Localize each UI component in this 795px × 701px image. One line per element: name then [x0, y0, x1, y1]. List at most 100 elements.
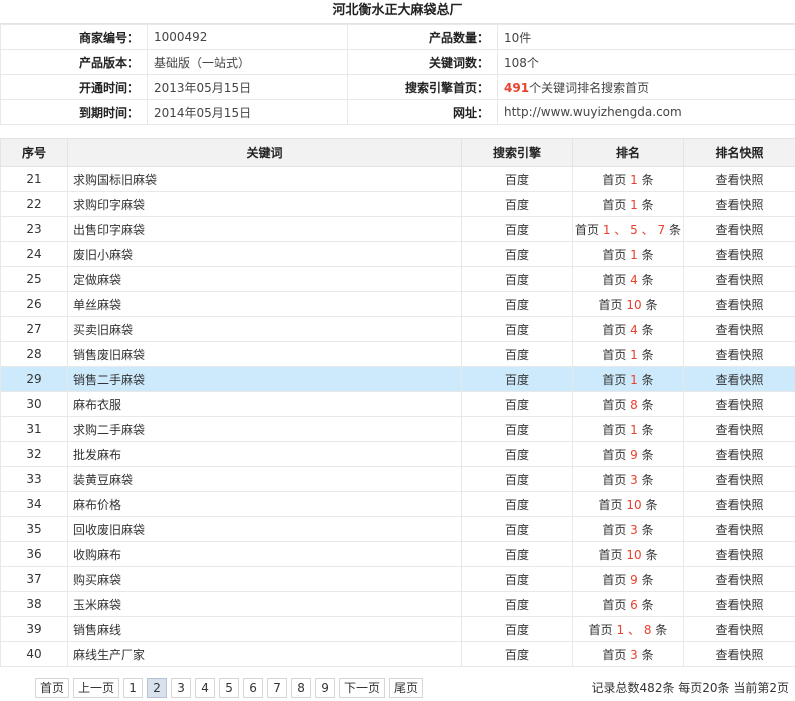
view-snapshot-link[interactable]: 查看快照: [683, 341, 795, 367]
table-row: 33 装黄豆麻袋 百度 首页 3 条查看快照: [0, 466, 795, 492]
view-snapshot-link[interactable]: 查看快照: [683, 266, 795, 292]
view-snapshot-link[interactable]: 查看快照: [683, 566, 795, 592]
row-rank: 首页 1 条: [572, 366, 684, 392]
first-page-button[interactable]: 首页: [35, 678, 70, 698]
row-keyword: 装黄豆麻袋: [67, 466, 462, 492]
page-number-button[interactable]: 2: [147, 678, 168, 698]
row-number: 24: [0, 241, 68, 267]
row-rank: 首页 10 条: [572, 491, 684, 517]
row-rank: 首页 4 条: [572, 316, 684, 342]
page-number-button[interactable]: 9: [315, 678, 336, 698]
row-engine: 百度: [461, 566, 573, 592]
product-version-label: 产品版本：: [0, 49, 148, 75]
view-snapshot-link[interactable]: 查看快照: [683, 441, 795, 467]
row-rank: 首页 10 条: [572, 541, 684, 567]
merchant-no-value: 1000492: [147, 24, 348, 50]
search-home-label: 搜索引擎首页：: [347, 74, 498, 100]
row-number: 38: [0, 591, 68, 617]
view-snapshot-link[interactable]: 查看快照: [683, 166, 795, 192]
rank-prefix: 首页: [602, 372, 627, 387]
rank-position: 1: [630, 197, 638, 212]
merchant-info-table: 商家编号： 1000492 产品数量： 10件 产品版本： 基础版（一站式） 关…: [0, 24, 795, 125]
row-rank: 首页 1 、 8 条: [572, 616, 684, 642]
row-number: 30: [0, 391, 68, 417]
rank-position: 1: [630, 172, 638, 187]
rank-prefix: 首页: [602, 197, 627, 212]
view-snapshot-link[interactable]: 查看快照: [683, 191, 795, 217]
row-keyword: 买卖旧麻袋: [67, 316, 462, 342]
open-date-label: 开通时间：: [0, 74, 148, 100]
col-header-snapshot: 排名快照: [683, 138, 795, 167]
row-engine: 百度: [461, 241, 573, 267]
row-keyword: 销售麻线: [67, 616, 462, 642]
view-snapshot-link[interactable]: 查看快照: [683, 216, 795, 242]
view-snapshot-link[interactable]: 查看快照: [683, 241, 795, 267]
rank-position: 9: [630, 447, 638, 462]
next-page-button[interactable]: 下一页: [339, 678, 386, 698]
row-keyword: 求购国标旧麻袋: [67, 166, 462, 192]
rank-position: 7: [657, 222, 666, 237]
view-snapshot-link[interactable]: 查看快照: [683, 416, 795, 442]
table-row: 35 回收废旧麻袋 百度 首页 3 条查看快照: [0, 516, 795, 542]
rank-prefix: 首页: [602, 397, 627, 412]
keyword-count-label: 关键词数：: [347, 49, 498, 75]
page-number-button[interactable]: 5: [219, 678, 240, 698]
view-snapshot-link[interactable]: 查看快照: [683, 491, 795, 517]
row-rank: 首页 4 条: [572, 266, 684, 292]
view-snapshot-link[interactable]: 查看快照: [683, 391, 795, 417]
last-page-button[interactable]: 尾页: [389, 678, 424, 698]
rank-separator: 、: [627, 622, 640, 637]
page-number-button[interactable]: 7: [267, 678, 288, 698]
page-number-button[interactable]: 1: [123, 678, 144, 698]
rank-prefix: 首页: [598, 297, 623, 312]
view-snapshot-link[interactable]: 查看快照: [683, 616, 795, 642]
row-rank: 首页 8 条: [572, 391, 684, 417]
view-snapshot-link[interactable]: 查看快照: [683, 591, 795, 617]
open-date-value: 2013年05月15日: [147, 74, 348, 100]
rank-suffix: 条: [655, 622, 668, 637]
table-row: 30 麻布衣服 百度 首页 8 条查看快照: [0, 391, 795, 417]
page-number-button[interactable]: 6: [243, 678, 264, 698]
row-rank: 首页 1 条: [572, 341, 684, 367]
rank-prefix: 首页: [588, 622, 613, 637]
rank-position: 9: [630, 572, 638, 587]
product-count-label: 产品数量：: [347, 24, 498, 50]
pagination: 首页 上一页 123456789 下一页 尾页: [35, 678, 424, 698]
rank-suffix: 条: [645, 297, 658, 312]
rank-position: 1: [602, 222, 611, 237]
row-number: 32: [0, 441, 68, 467]
row-engine: 百度: [461, 266, 573, 292]
rank-prefix: 首页: [602, 472, 627, 487]
search-home-text: 个关键词排名搜索首页: [529, 80, 650, 95]
rank-suffix: 条: [641, 472, 654, 487]
row-keyword: 单丝麻袋: [67, 291, 462, 317]
page-number-button[interactable]: 3: [171, 678, 192, 698]
rank-suffix: 条: [641, 372, 654, 387]
view-snapshot-link[interactable]: 查看快照: [683, 291, 795, 317]
view-snapshot-link[interactable]: 查看快照: [683, 466, 795, 492]
col-header-no: 序号: [0, 138, 68, 167]
row-number: 37: [0, 566, 68, 592]
rank-prefix: 首页: [602, 247, 627, 262]
row-number: 27: [0, 316, 68, 342]
website-link[interactable]: http://www.wuyizhengda.com: [497, 99, 795, 125]
view-snapshot-link[interactable]: 查看快照: [683, 641, 795, 667]
row-keyword: 销售废旧麻袋: [67, 341, 462, 367]
view-snapshot-link[interactable]: 查看快照: [683, 516, 795, 542]
view-snapshot-link[interactable]: 查看快照: [683, 541, 795, 567]
rank-suffix: 条: [645, 497, 658, 512]
view-snapshot-link[interactable]: 查看快照: [683, 366, 795, 392]
row-number: 28: [0, 341, 68, 367]
table-row: 28 销售废旧麻袋 百度 首页 1 条查看快照: [0, 341, 795, 367]
page-number-button[interactable]: 8: [291, 678, 312, 698]
table-row: 26 单丝麻袋 百度 首页 10 条查看快照: [0, 291, 795, 317]
view-snapshot-link[interactable]: 查看快照: [683, 316, 795, 342]
table-row: 25 定做麻袋 百度 首页 4 条查看快照: [0, 266, 795, 292]
prev-page-button[interactable]: 上一页: [73, 678, 120, 698]
page-number-button[interactable]: 4: [195, 678, 216, 698]
row-engine: 百度: [461, 316, 573, 342]
info-row: 产品版本： 基础版（一站式） 关键词数： 108个: [0, 49, 795, 75]
info-row: 开通时间： 2013年05月15日 搜索引擎首页： 491个关键词排名搜索首页: [0, 74, 795, 100]
rank-suffix: 条: [641, 172, 654, 187]
row-keyword: 收购麻布: [67, 541, 462, 567]
